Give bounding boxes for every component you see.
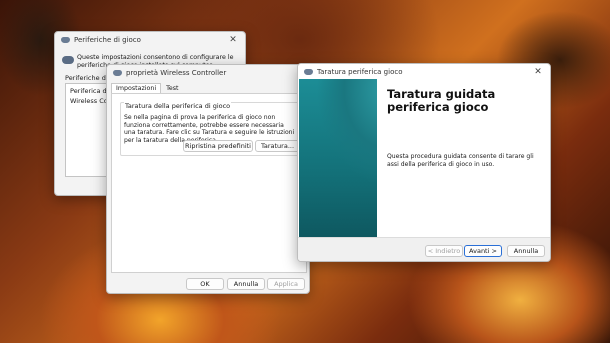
wizard-body-text: Questa procedura guidata consente di tar… (387, 153, 534, 168)
tab-bar: Impostazioni Test (111, 83, 184, 93)
cancel-button[interactable]: Annulla (507, 245, 545, 257)
gamepad-icon (304, 69, 313, 75)
reset-defaults-button[interactable]: Ripristina predefiniti (183, 140, 253, 152)
close-icon[interactable]: ✕ (532, 67, 544, 77)
calibration-group: Taratura della periferica di gioco Se ne… (120, 102, 302, 156)
group-title: Taratura della periferica di gioco (124, 102, 232, 110)
window-title: Taratura periferica gioco (317, 68, 403, 76)
wizard-titlebar[interactable]: Taratura periferica gioco ✕ (298, 64, 550, 80)
wizard-footer: < Indietro Avanti > Annulla (298, 237, 550, 261)
calibration-wizard-window: Taratura periferica gioco ✕ Taratura gui… (297, 63, 551, 262)
gamepad-icon (62, 56, 74, 64)
settings-panel: Taratura della periferica di gioco Se ne… (111, 93, 307, 273)
ok-button[interactable]: OK (186, 278, 224, 290)
gamepad-icon (113, 70, 122, 76)
tab-settings[interactable]: Impostazioni (111, 83, 162, 93)
game-controllers-titlebar[interactable]: Periferiche di gioco ✕ (55, 32, 245, 48)
window-title: proprietà Wireless Controller (126, 69, 227, 77)
calibrate-button[interactable]: Taratura... (255, 140, 300, 152)
close-icon[interactable]: ✕ (227, 35, 239, 45)
wizard-side-image (299, 79, 377, 237)
controller-properties-window: proprietà Wireless Controller Impostazio… (106, 64, 310, 294)
wizard-heading: Taratura guidata periferica gioco (387, 87, 496, 114)
tab-test[interactable]: Test (161, 83, 183, 93)
window-title: Periferiche di gioco (74, 36, 141, 44)
apply-button[interactable]: Applica (267, 278, 305, 290)
gamepad-icon (61, 37, 70, 43)
next-button[interactable]: Avanti > (464, 245, 502, 257)
properties-titlebar[interactable]: proprietà Wireless Controller (107, 65, 309, 81)
back-button[interactable]: < Indietro (425, 245, 463, 257)
cancel-button[interactable]: Annulla (227, 278, 265, 290)
